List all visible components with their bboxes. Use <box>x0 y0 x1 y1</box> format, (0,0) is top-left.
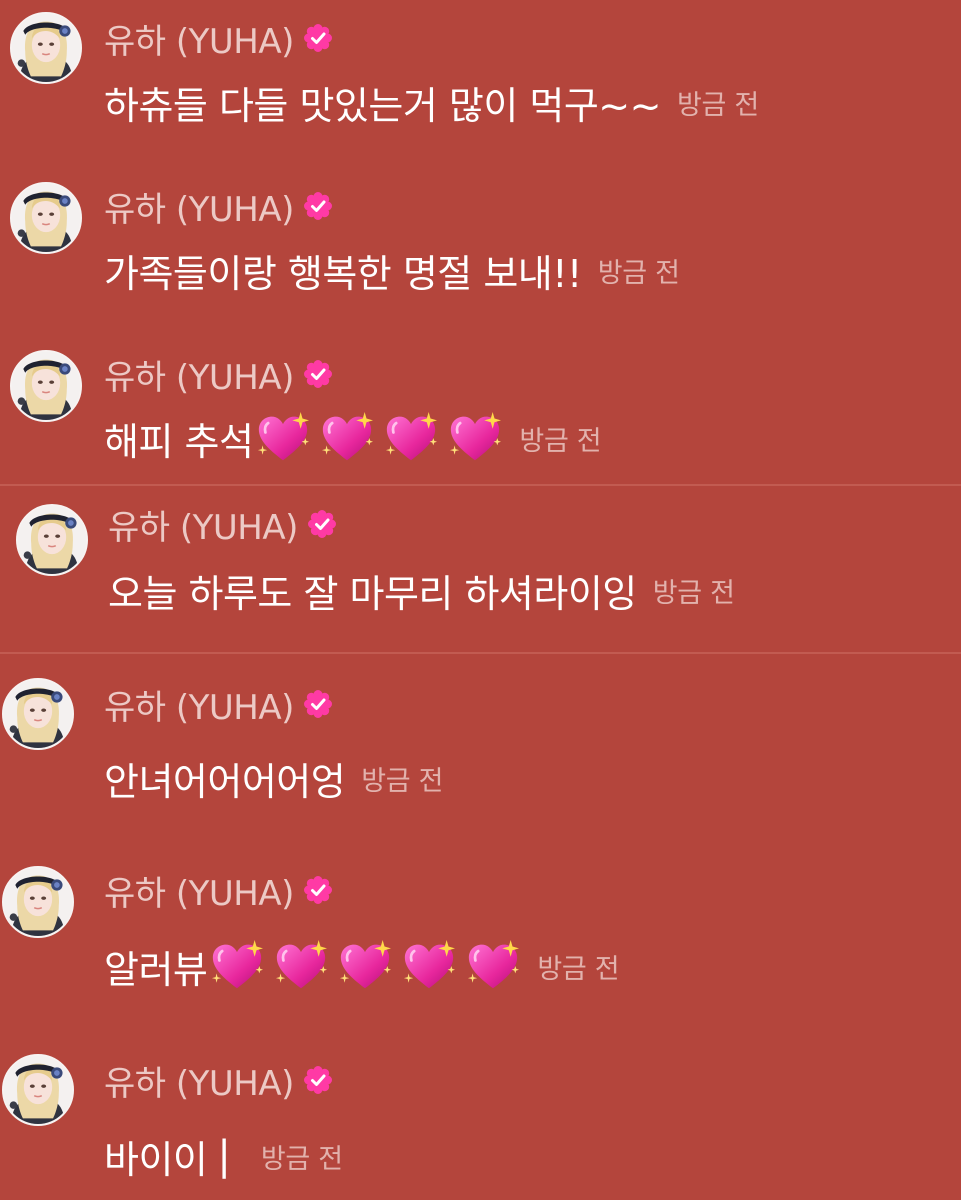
message-time: 방금 전 <box>260 1143 343 1175</box>
sparkling-heart-icon <box>383 412 439 464</box>
emoji-group <box>209 940 521 992</box>
avatar[interactable] <box>10 182 82 254</box>
message-time: 방금 전 <box>597 257 680 289</box>
chat-feed: 유하 (YUHA) 하츄들 다들 맛있는거 많이 먹구~~ 방금 전 유하 (Y… <box>0 0 961 1200</box>
text-cursor: | <box>217 1133 231 1179</box>
divider <box>0 652 961 654</box>
emoji-group <box>255 412 503 464</box>
message-text: 가족들이랑 행복한 명절 보내!! <box>104 251 582 296</box>
sparkling-heart-icon <box>447 412 503 464</box>
message-text: 오늘 하루도 잘 마무리 하셔라이잉 <box>108 571 637 616</box>
sparkling-heart-icon <box>465 940 521 992</box>
message-text: 안녀어어어어엉 <box>104 759 346 804</box>
avatar[interactable] <box>10 350 82 422</box>
sparkling-heart-icon <box>401 940 457 992</box>
sender-name[interactable]: 유하 (YUHA) <box>104 680 294 729</box>
avatar[interactable] <box>2 866 74 938</box>
message-text: 바이이 <box>104 1137 208 1182</box>
message-time: 방금 전 <box>676 89 759 121</box>
sender-name[interactable]: 유하 (YUHA) <box>104 866 294 915</box>
message-time: 방금 전 <box>652 577 735 609</box>
verified-badge-icon <box>302 688 334 720</box>
sparkling-heart-icon <box>319 412 375 464</box>
message-text: 알러뷰 <box>104 947 208 992</box>
sender-name[interactable]: 유하 (YUHA) <box>104 1056 294 1105</box>
verified-badge-icon <box>302 22 334 54</box>
message-time: 방금 전 <box>519 425 602 457</box>
avatar[interactable] <box>16 504 88 576</box>
message-time: 방금 전 <box>361 765 444 797</box>
sender-name[interactable]: 유하 (YUHA) <box>108 500 298 549</box>
sparkling-heart-icon <box>255 412 311 464</box>
avatar[interactable] <box>2 678 74 750</box>
verified-badge-icon <box>302 1064 334 1096</box>
divider <box>0 484 961 486</box>
avatar[interactable] <box>10 12 82 84</box>
sparkling-heart-icon <box>337 940 393 992</box>
message-text: 해피 추석 <box>104 419 254 464</box>
sender-name[interactable]: 유하 (YUHA) <box>104 14 294 63</box>
message-time: 방금 전 <box>537 953 620 985</box>
verified-badge-icon <box>302 190 334 222</box>
sender-name[interactable]: 유하 (YUHA) <box>104 182 294 231</box>
verified-badge-icon <box>306 508 338 540</box>
verified-badge-icon <box>302 358 334 390</box>
sender-name[interactable]: 유하 (YUHA) <box>104 350 294 399</box>
verified-badge-icon <box>302 874 334 906</box>
message-text: 하츄들 다들 맛있는거 많이 먹구~~ <box>104 83 661 128</box>
sparkling-heart-icon <box>209 940 265 992</box>
avatar[interactable] <box>2 1054 74 1126</box>
sparkling-heart-icon <box>273 940 329 992</box>
